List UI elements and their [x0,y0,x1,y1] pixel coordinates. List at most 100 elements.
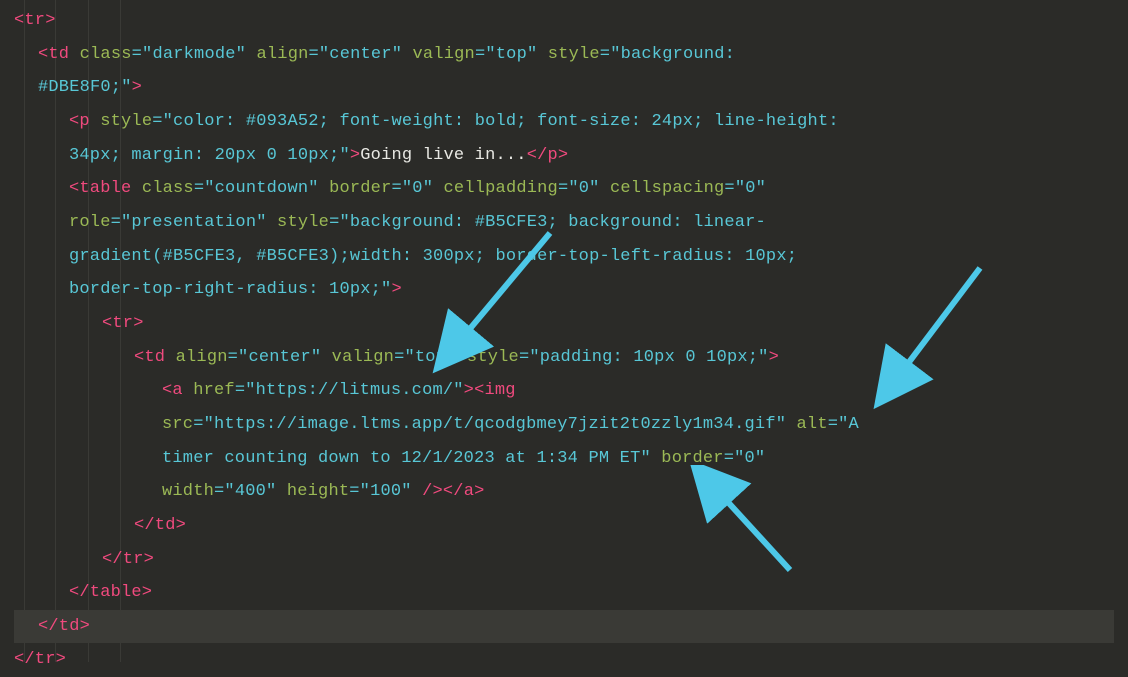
attr-token: height [287,482,349,501]
str-token: gradient(#B5CFE3, #B5CFE3);width: 300px;… [69,247,797,266]
tag-token: /> [412,482,443,501]
tag-token: <a [162,381,183,400]
str-token: "https://litmus.com/" [245,381,463,400]
attr-token: style [467,348,519,367]
tag-token: <tr> [102,314,144,333]
str-token: "center" [319,45,402,64]
tag-token: </tr> [102,550,154,569]
tag-token: </td> [38,617,90,636]
attr-token: href [193,381,235,400]
eq-token: = [828,415,838,434]
tag-token: > [391,280,401,299]
tag-token: <tr> [14,11,56,30]
eq-token: = [235,381,245,400]
eq-token: = [111,213,121,232]
str-token: "0" [568,179,599,198]
attr-token: style [277,213,329,232]
code-line: <a href="https://litmus.com/"><img [14,374,1114,408]
code-line: </table> [14,576,1114,610]
str-token: border-top-right-radius: 10px;" [69,280,391,299]
str-token: timer counting down to 12/1/2023 at 1:34… [162,449,651,468]
code-line: </tr> [14,543,1114,577]
code-line: <td class="darkmode" align="center" vali… [14,38,1114,72]
str-token: "color: #093A52; font-weight: bold; font… [163,112,839,131]
eq-token: = [228,348,238,367]
code-line: width="400" height="100" /></a> [14,475,1114,509]
attr-token: border [661,449,723,468]
tag-token: > [350,146,360,165]
str-token: "100" [360,482,412,501]
eq-token: = [132,45,142,64]
text-token: Going live in... [360,146,526,165]
attr-token: style [100,112,152,131]
code-line: role="presentation" style="background: #… [14,206,1114,240]
eq-token: = [193,415,203,434]
attr-token: src [162,415,193,434]
str-token: "darkmode" [142,45,246,64]
attr-token: width [162,482,214,501]
eq-token: = [475,45,485,64]
code-line: <td align="center" valign="top" style="p… [14,341,1114,375]
str-token: "background: [610,45,735,64]
tag-token: <td [134,348,165,367]
str-token: "presentation" [121,213,267,232]
attr-token: class [80,45,132,64]
eq-token: = [214,482,224,501]
str-token: "padding: 10px 0 10px;" [529,348,768,367]
tag-token: </a> [443,482,485,501]
eq-token: = [152,112,162,131]
code-line: <table class="countdown" border="0" cell… [14,172,1114,206]
str-token: "0" [734,449,765,468]
eq-token: = [724,449,734,468]
str-token: "countdown" [204,179,318,198]
str-token: "A [838,415,859,434]
tag-token: > [769,348,779,367]
code-line: </tr> [14,643,1114,677]
attr-token: cellpadding [444,179,558,198]
tag-token: </p> [527,146,569,165]
tag-token: </table> [69,583,152,602]
str-token: "top" [405,348,457,367]
tag-token: <img [474,381,516,400]
str-token: "0" [402,179,433,198]
eq-token: = [519,348,529,367]
eq-token: = [724,179,734,198]
eq-token: = [558,179,568,198]
attr-token: alt [797,415,828,434]
code-line: gradient(#B5CFE3, #B5CFE3);width: 300px;… [14,240,1114,274]
eq-token: = [392,179,402,198]
attr-token: style [548,45,600,64]
eq-token: = [349,482,359,501]
code-block: <tr> <td class="darkmode" align="center"… [14,4,1114,677]
eq-token: = [309,45,319,64]
code-line: border-top-right-radius: 10px;"> [14,273,1114,307]
code-line: 34px; margin: 20px 0 10px;">Going live i… [14,139,1114,173]
str-token: "center" [238,348,321,367]
tag-token: </tr> [14,650,66,669]
attr-token: border [329,179,391,198]
tag-token: > [132,78,142,97]
attr-token: valign [413,45,475,64]
str-token: #DBE8F0;" [38,78,132,97]
eq-token: = [329,213,339,232]
code-line: timer counting down to 12/1/2023 at 1:34… [14,442,1114,476]
attr-token: role [69,213,111,232]
code-line: <tr> [14,4,1114,38]
str-token: "https://image.ltms.app/t/qcodgbmey7jzit… [204,415,787,434]
attr-token: valign [332,348,394,367]
attr-token: align [256,45,308,64]
tag-token: </td> [134,516,186,535]
code-line-highlighted: </td> [14,610,1114,644]
code-line: <tr> [14,307,1114,341]
str-token: "0" [735,179,766,198]
code-line: <p style="color: #093A52; font-weight: b… [14,105,1114,139]
code-line: </td> [14,509,1114,543]
tag-token: > [464,381,474,400]
eq-token: = [600,45,610,64]
str-token: 34px; margin: 20px 0 10px;" [69,146,350,165]
tag-token: <td [38,45,69,64]
code-line: src="https://image.ltms.app/t/qcodgbmey7… [14,408,1114,442]
str-token: "background: #B5CFE3; background: linear… [339,213,765,232]
tag-token: <p [69,112,90,131]
code-line: #DBE8F0;"> [14,71,1114,105]
